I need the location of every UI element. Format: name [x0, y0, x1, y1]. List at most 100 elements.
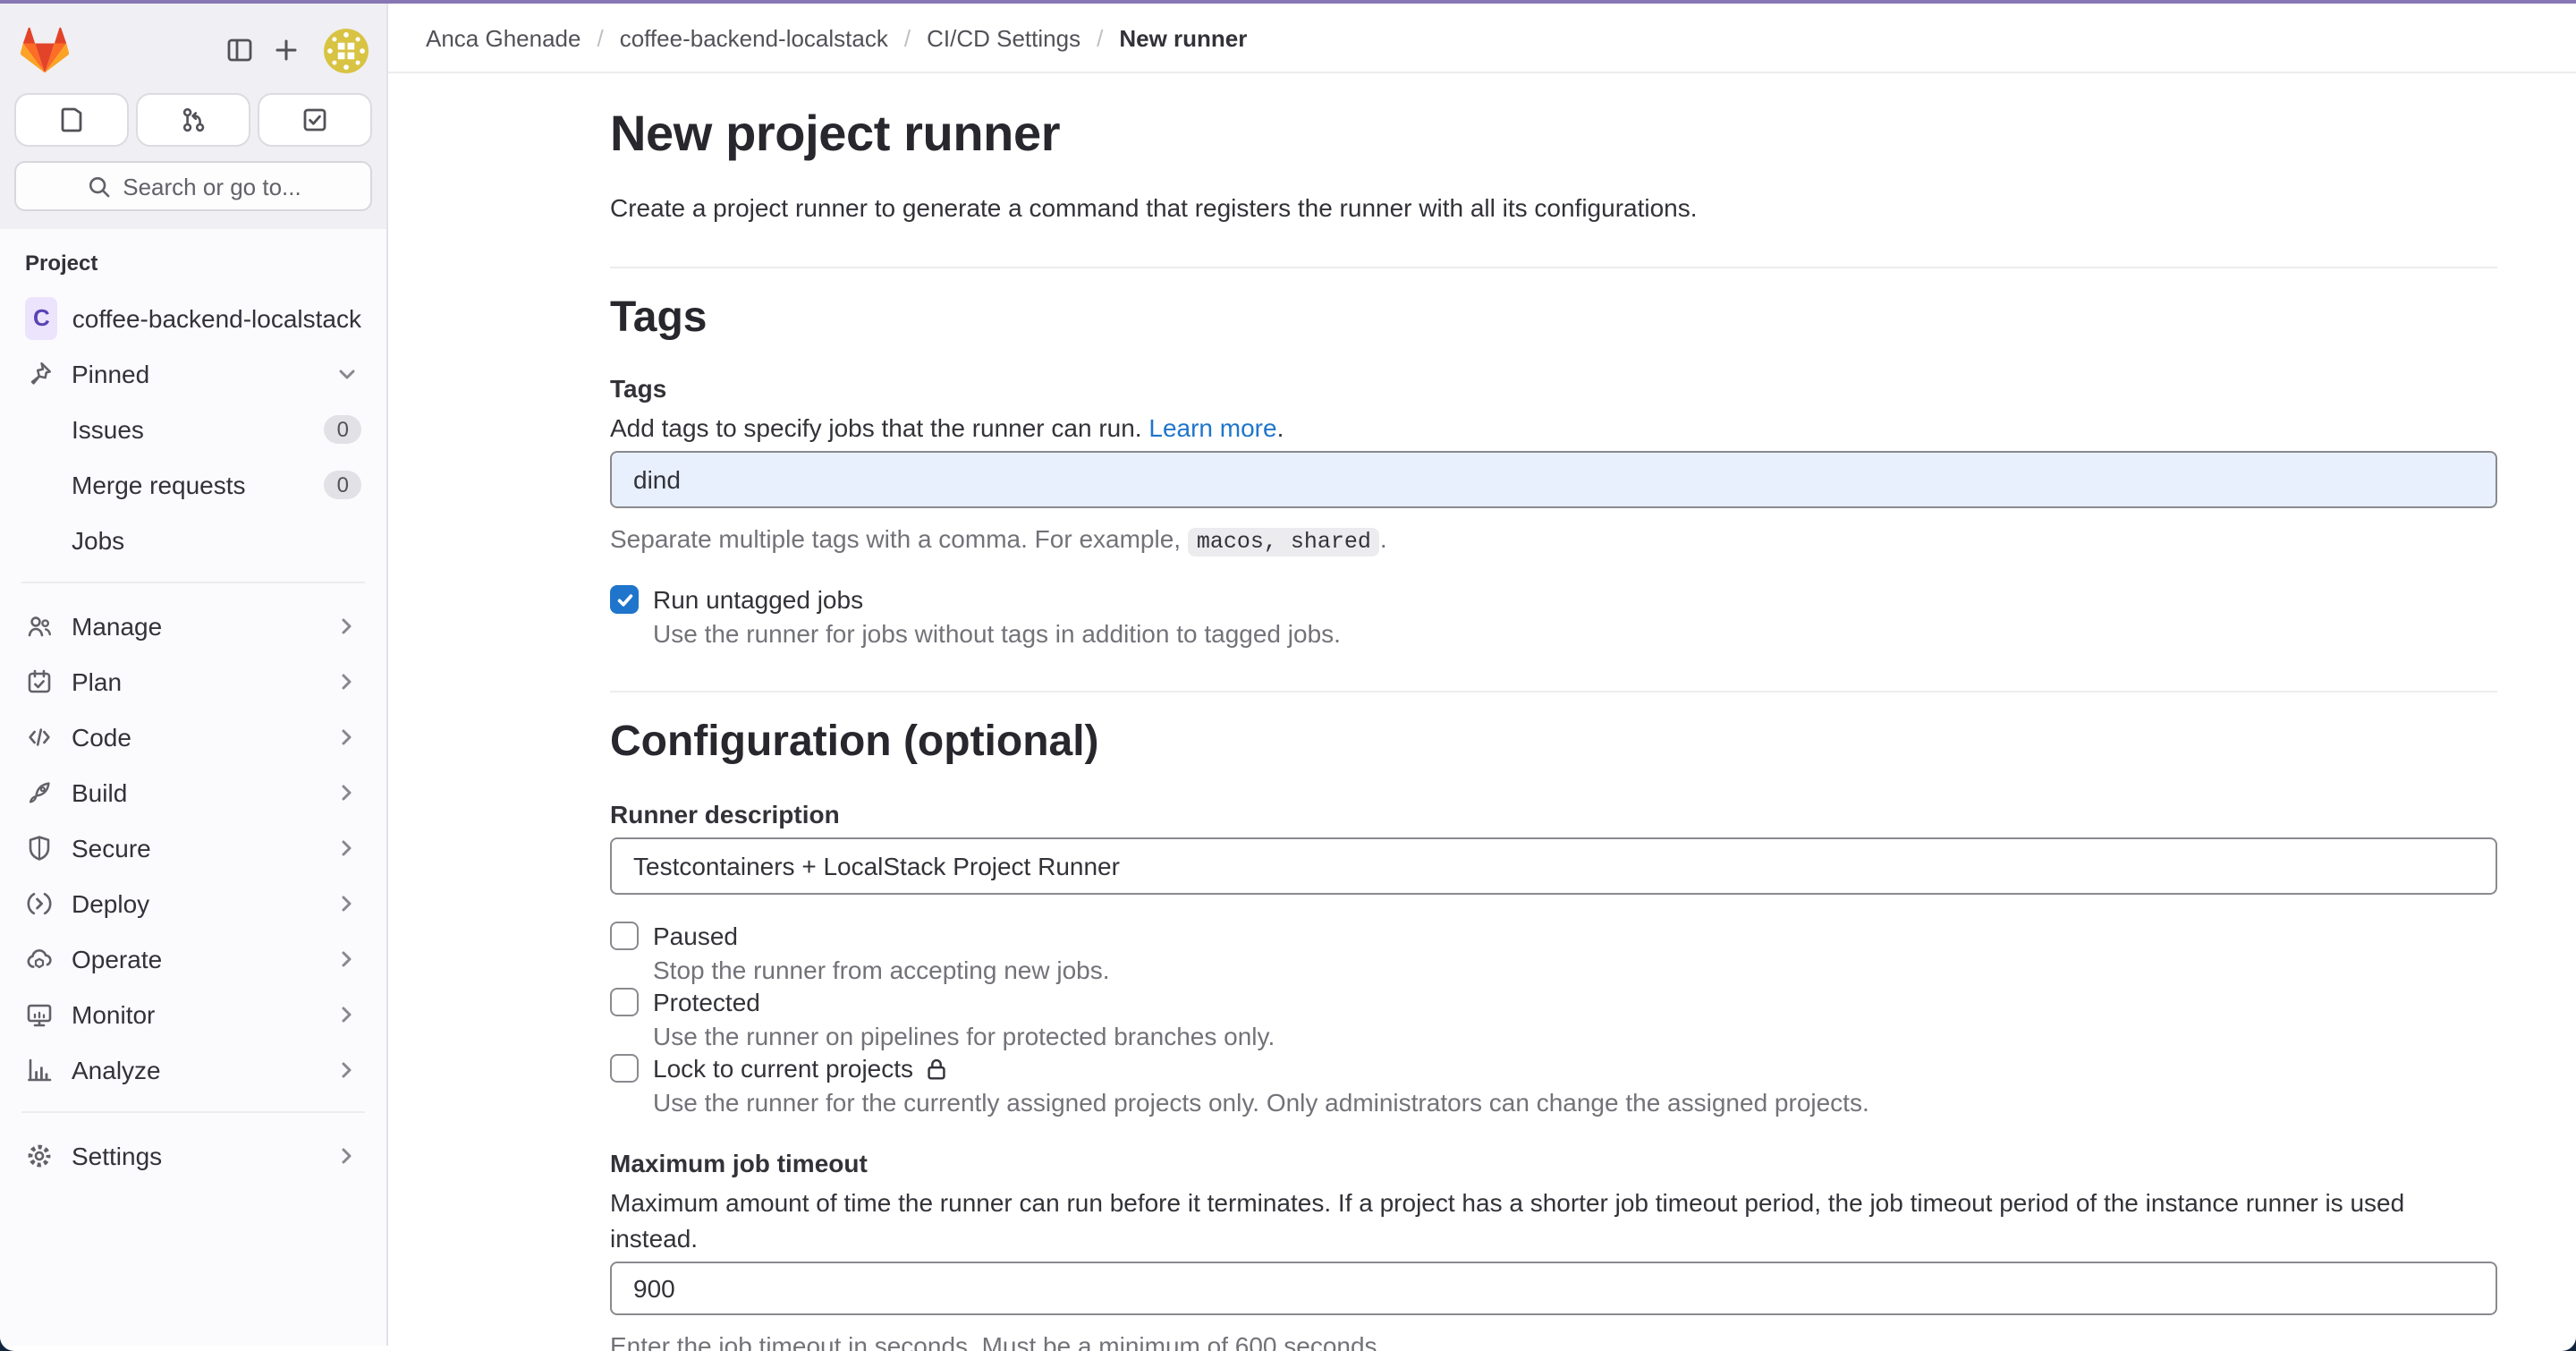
tanuki-icon: [18, 23, 72, 77]
merge-request-icon: [179, 106, 208, 134]
tags-hint: Separate multiple tags with a comma. For…: [610, 523, 2497, 560]
tags-field-label: Tags: [610, 372, 2497, 404]
sidebar-divider: [21, 1111, 365, 1113]
project-name: coffee-backend-localstack: [72, 303, 361, 332]
run-untagged-jobs-label[interactable]: Run untagged jobs: [653, 583, 863, 616]
sidebar-item-deploy[interactable]: Deploy: [14, 875, 372, 930]
sidebar-toggle-button[interactable]: [216, 27, 263, 73]
page-subtitle: Create a project runner to generate a co…: [610, 190, 2497, 225]
sidebar-item-jobs[interactable]: Jobs: [14, 512, 372, 567]
sidebar-item-issues[interactable]: Issues 0: [14, 401, 372, 456]
todo-shortcut-button[interactable]: [258, 93, 372, 147]
sidebar-item-label: Manage: [72, 611, 162, 640]
breadcrumb-separator: /: [597, 24, 603, 51]
breadcrumb-item-ci-cd-settings[interactable]: CI/CD Settings: [927, 24, 1080, 51]
rocket-icon: [25, 777, 54, 806]
tags-example-code: macos, shared: [1188, 528, 1380, 557]
sidebar-item-label: Code: [72, 722, 131, 751]
sidebar-nav-list: Manage Plan Code Build Secure Deploy Operate Mo…: [14, 598, 372, 1183]
tags-section-heading: Tags: [610, 292, 2497, 345]
breadcrumb-item-anca-ghenade[interactable]: Anca Ghenade: [426, 24, 580, 51]
shield-icon: [25, 833, 54, 862]
sidebar-item-operate[interactable]: Operate: [14, 930, 372, 986]
merge-requests-shortcut-button[interactable]: [136, 93, 250, 147]
chevron-right-icon: [333, 833, 361, 862]
paused-label[interactable]: Paused: [653, 920, 738, 952]
run-untagged-jobs-help: Use the runner for jobs without tags in …: [653, 617, 2497, 650]
tags-field-help: Add tags to specify jobs that the runner…: [610, 410, 2497, 446]
sidebar-item-label: Jobs: [72, 525, 124, 554]
sidebar-item-analyze[interactable]: Analyze: [14, 1041, 372, 1097]
sidebar-item-label: Issues: [72, 414, 144, 443]
super-sidebar: Search or go to... Project C coffee-back…: [0, 4, 388, 1346]
sidebar-item-code[interactable]: Code: [14, 709, 372, 764]
sidebar-item-label: Analyze: [72, 1055, 161, 1083]
sidebar-nav: Project C coffee-backend-localstack Pinn…: [0, 229, 386, 1346]
chevron-down-icon: [333, 359, 361, 387]
breadcrumb: Anca Ghenade/coffee-backend-localstack/C…: [388, 4, 2576, 73]
gear-icon: [25, 1141, 54, 1169]
chevron-right-icon: [333, 1141, 361, 1169]
deploy-icon: [25, 888, 54, 917]
sidebar-item-label: Settings: [72, 1141, 162, 1169]
chart-icon: [25, 1055, 54, 1083]
chevron-right-icon: [333, 777, 361, 806]
check-icon: [614, 590, 634, 609]
sidebar-current-project[interactable]: C coffee-backend-localstack: [14, 290, 372, 345]
count-badge: 0: [325, 414, 361, 443]
project-avatar: C: [25, 296, 58, 339]
lock-icon: [922, 1055, 949, 1082]
search-input[interactable]: Search or go to...: [14, 161, 372, 211]
protected-help: Use the runner on pipelines for protecte…: [653, 1020, 2497, 1052]
sidebar-item-label: Plan: [72, 667, 122, 695]
run-untagged-jobs-checkbox[interactable]: [610, 585, 639, 614]
avatar-identicon: [324, 28, 369, 72]
issues-icon: [57, 106, 86, 134]
monitor-icon: [25, 999, 54, 1028]
breadcrumb-item-new-runner: New runner: [1119, 24, 1247, 51]
chevron-right-icon: [333, 888, 361, 917]
protected-label[interactable]: Protected: [653, 986, 760, 1018]
lock-to-current-projects-label[interactable]: Lock to current projects: [653, 1052, 949, 1084]
sidebar-item-secure[interactable]: Secure: [14, 820, 372, 875]
lock-to-current-projects-checkbox[interactable]: [610, 1054, 639, 1083]
issues-shortcut-button[interactable]: [14, 93, 129, 147]
configuration-section-heading: Configuration (optional): [610, 716, 2497, 769]
cloud-icon: [25, 944, 54, 973]
user-avatar[interactable]: [324, 28, 369, 72]
sidebar-item-settings[interactable]: Settings: [14, 1127, 372, 1183]
code-icon: [25, 722, 54, 751]
sidebar-item-label: Merge requests: [72, 470, 246, 498]
sidebar-item-label: Secure: [72, 833, 151, 862]
paused-checkbox[interactable]: [610, 922, 639, 950]
sidebar-item-build[interactable]: Build: [14, 764, 372, 820]
chevron-right-icon: [333, 944, 361, 973]
learn-more-link[interactable]: Learn more: [1148, 413, 1276, 442]
protected-checkbox[interactable]: [610, 988, 639, 1016]
sidebar-item-label: Monitor: [72, 999, 155, 1028]
gitlab-logo[interactable]: [18, 23, 72, 77]
sidebar-item-plan[interactable]: Plan: [14, 653, 372, 709]
chevron-right-icon: [333, 611, 361, 640]
sidebar-item-pinned[interactable]: Pinned: [14, 345, 372, 401]
plus-icon: [272, 36, 301, 64]
sidebar-item-monitor[interactable]: Monitor: [14, 986, 372, 1041]
search-label: Search or go to...: [123, 173, 301, 200]
sidebar-item-label: Build: [72, 777, 127, 806]
sidebar-divider: [21, 582, 365, 583]
pinned-label: Pinned: [72, 359, 149, 387]
tags-input[interactable]: [610, 451, 2497, 508]
sidebar-item-merge-requests[interactable]: Merge requests0: [14, 456, 372, 512]
pin-icon: [25, 359, 54, 387]
chevron-right-icon: [333, 667, 361, 695]
new-runner-form: New project runner Create a project runn…: [610, 73, 2497, 1351]
sidebar-item-label: Deploy: [72, 888, 149, 917]
create-new-button[interactable]: [263, 27, 309, 73]
section-divider: [610, 267, 2497, 268]
breadcrumb-item-coffee-backend-localstack[interactable]: coffee-backend-localstack: [620, 24, 888, 51]
sidebar-item-label: Operate: [72, 944, 162, 973]
sidebar-item-manage[interactable]: Manage: [14, 598, 372, 653]
calendar-icon: [25, 667, 54, 695]
maximum-job-timeout-input[interactable]: [610, 1262, 2497, 1315]
runner-description-input[interactable]: [610, 837, 2497, 895]
